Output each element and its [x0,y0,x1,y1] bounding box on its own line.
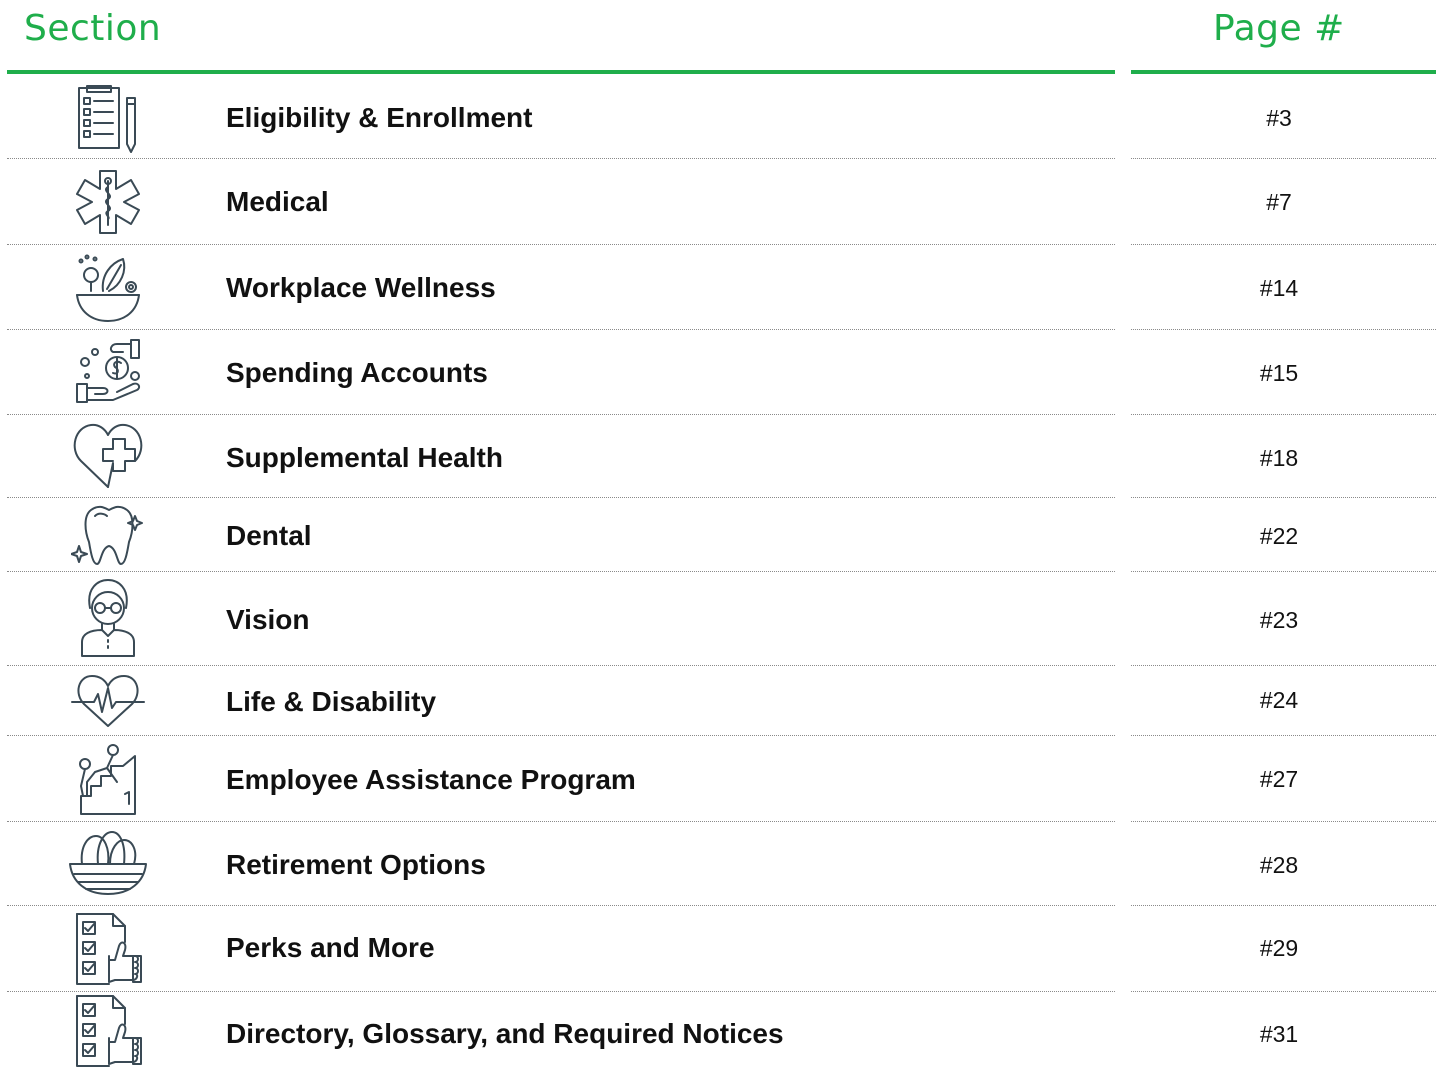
page-column-header: Page # [1213,8,1345,49]
toc-page-number: #31 [1259,1021,1299,1047]
heart-plus-icon [66,419,150,491]
toc-page-number: #7 [1266,189,1292,215]
section-column-header: Section [24,8,162,49]
toc-row[interactable]: Workplace Wellness #14 [0,245,1440,330]
toc-row[interactable]: Retirement Options #28 [0,822,1440,906]
toc-page-number: #3 [1266,105,1292,131]
medical-star-icon [66,167,150,237]
toc-section-label: Eligibility & Enrollment [226,102,533,133]
toc-page-number: #14 [1259,275,1299,301]
toc-page-number: #22 [1259,523,1299,549]
checklist-thumbs-up-icon [66,912,150,986]
toc-section-label: Spending Accounts [226,357,488,388]
toc-row[interactable]: Vision #23 [0,572,1440,666]
toc-row[interactable]: Employee Assistance Program #27 [0,736,1440,822]
toc-section-label: Workplace Wellness [226,272,496,303]
toc-section-label: Retirement Options [226,849,486,880]
heartbeat-icon [66,672,150,730]
toc-page-number: #24 [1259,687,1299,713]
toc-section-label: Directory, Glossary, and Required Notice… [226,1018,784,1049]
header-rule-right [1131,70,1436,74]
toc-page-number: #18 [1259,445,1299,471]
toc-section-label: Employee Assistance Program [226,764,636,795]
toc-row[interactable]: Spending Accounts #15 [0,330,1440,415]
toc-row[interactable]: Perks and More #29 [0,906,1440,992]
toc-page-number: #28 [1259,852,1299,878]
clipboard-pencil-icon [66,84,150,154]
person-glasses-icon [66,578,150,658]
money-hand-icon [66,336,150,406]
toc-row[interactable]: Life & Disability #24 [0,666,1440,736]
toc-row[interactable]: Directory, Glossary, and Required Notice… [0,992,1440,1070]
toc-row[interactable]: Eligibility & Enrollment #3 [0,78,1440,159]
toc-section-label: Dental [226,520,312,551]
helping-climb-icon [66,742,150,816]
toc-page-number: #27 [1259,766,1299,792]
toc-row[interactable]: Dental #22 [0,498,1440,572]
toc-page-number: #15 [1259,360,1299,386]
toc-page-number: #23 [1259,607,1299,633]
toc-section-label: Perks and More [226,932,435,963]
nest-eggs-icon [66,828,150,898]
toc-row[interactable]: Supplemental Health #18 [0,415,1440,498]
toc-row[interactable]: Medical #7 [0,159,1440,245]
toc-section-label: Vision [226,604,310,635]
tooth-icon [66,502,150,568]
toc-section-label: Medical [226,186,329,217]
toc-section-label: Supplemental Health [226,442,503,473]
salad-bowl-icon [66,251,150,323]
toc-section-label: Life & Disability [226,686,437,717]
toc-page-number: #29 [1259,935,1299,961]
header-rule-left [7,70,1115,74]
checklist-thumbs-up-icon [66,994,150,1068]
